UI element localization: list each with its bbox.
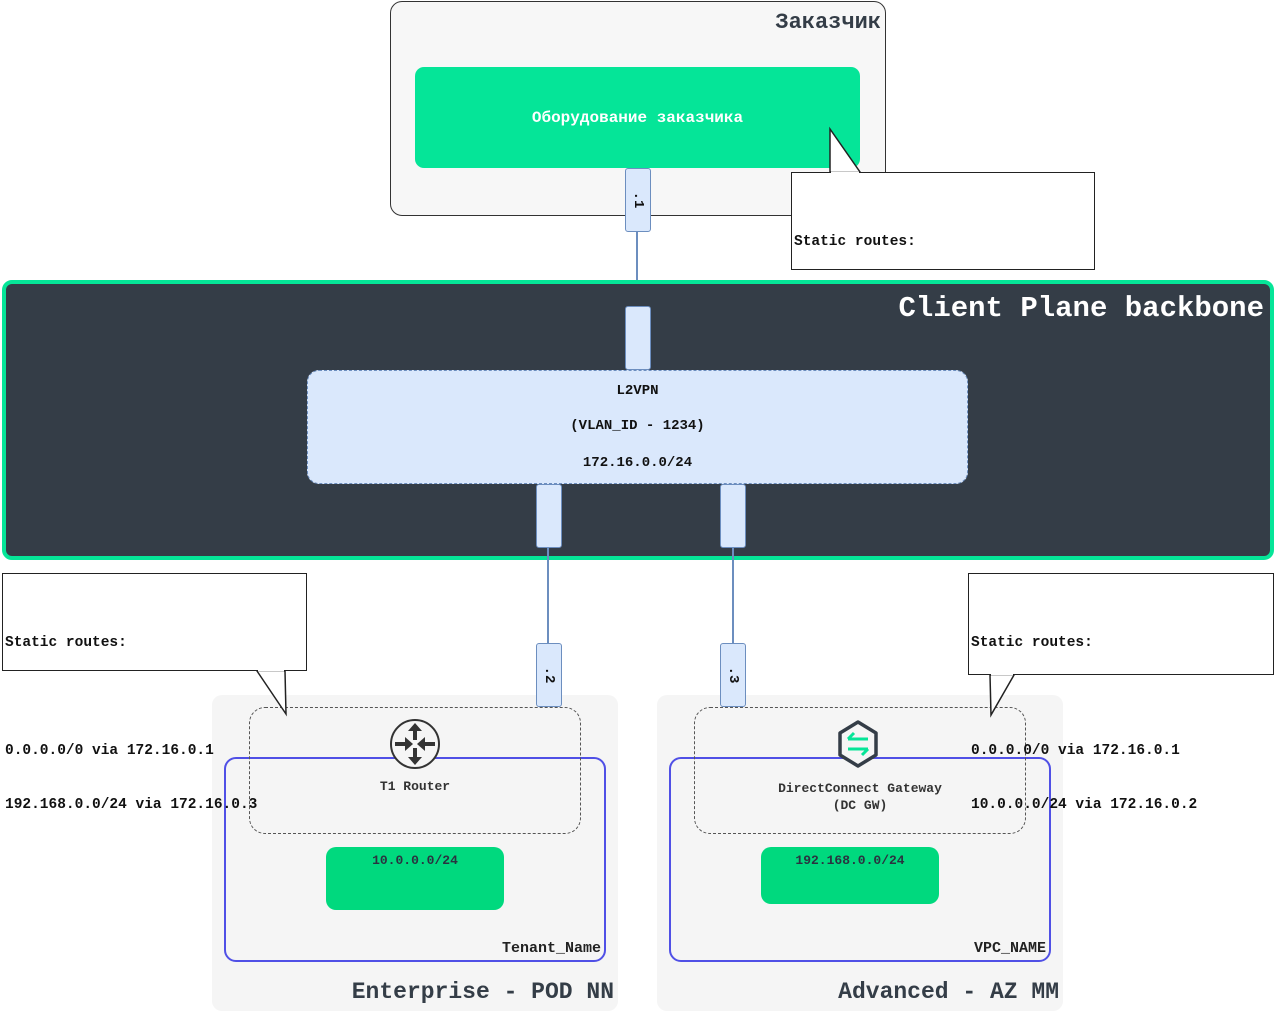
link-backbone-advanced [732,548,734,644]
port-enterprise[interactable]: .2 [536,643,562,707]
callout-pointer [255,668,287,717]
callout-route: 0.0.0.0/0 via 172.16.0.1 [5,743,214,759]
port-advanced-label: .3 [725,666,741,684]
l2vpn-name: L2VPN [616,383,659,399]
dc-gateway-label-line1: DirectConnect Gateway [778,781,942,796]
customer-equipment-node[interactable]: Оборудование заказчика [415,67,860,168]
tenant-label: Tenant_Name [501,940,601,957]
callout-route: 192.168.0.0/24 via 172.16.0.3 [5,797,258,813]
backbone-title: Client Plane backbone [898,292,1264,325]
dc-gateway-icon[interactable] [836,719,880,769]
l2vpn-subnet: 172.16.0.0/24 [582,455,693,471]
callout-pointer [989,672,1016,718]
t1-router-label: T1 Router [379,779,451,794]
enterprise-subnet-label: 10.0.0.0/24 [372,853,458,868]
port-advanced[interactable]: .3 [720,643,746,707]
callout-title: Static routes: [794,234,916,250]
callout-pointer [829,126,862,175]
port-customer[interactable]: .1 [625,168,651,232]
advanced-subnet[interactable]: 192.168.0.0/24 [761,847,939,904]
port-backbone-top[interactable] [625,306,651,370]
l2vpn-vlan: (VLAN_ID - 1234) [570,418,705,434]
customer-routes-callout: Static routes: 10.0.0.0/24 via 172.16.0.… [791,126,1095,412]
vpc-label: VPC_NAME [973,940,1046,957]
port-enterprise-label: .2 [541,666,557,684]
advanced-zone-title: Advanced - AZ MM [838,979,1059,1005]
callout-title: Static routes: [971,635,1093,651]
enterprise-subnet[interactable]: 10.0.0.0/24 [326,847,504,910]
port-backbone-right[interactable] [720,484,746,548]
l2vpn-node[interactable]: L2VPN (VLAN_ID - 1234) 172.16.0.0/24 [307,370,968,484]
advanced-subnet-label: 192.168.0.0/24 [795,853,905,868]
callout-route: 10.0.0.0/24 via 172.16.0.2 [971,797,1198,813]
router-icon[interactable] [389,718,441,770]
advanced-routes-callout: Static routes: 0.0.0.0/0 via 172.16.0.1 … [968,573,1274,813]
callout-title: Static routes: [5,635,127,651]
port-customer-label: .1 [630,191,646,209]
customer-equipment-label: Оборудование заказчика [531,108,744,127]
link-backbone-enterprise [547,548,549,644]
dc-gateway-label-line2: (DC GW) [832,798,888,813]
enterprise-zone-title: Enterprise - POD NN [351,979,614,1005]
enterprise-routes-callout: Static routes: 0.0.0.0/0 via 172.16.0.1 … [2,573,307,813]
port-backbone-left[interactable] [536,484,562,548]
callout-route: 0.0.0.0/0 via 172.16.0.1 [971,743,1180,759]
dc-gateway-label: DirectConnect Gateway (DC GW) [745,780,975,814]
customer-zone-title: Заказчик [775,10,881,35]
